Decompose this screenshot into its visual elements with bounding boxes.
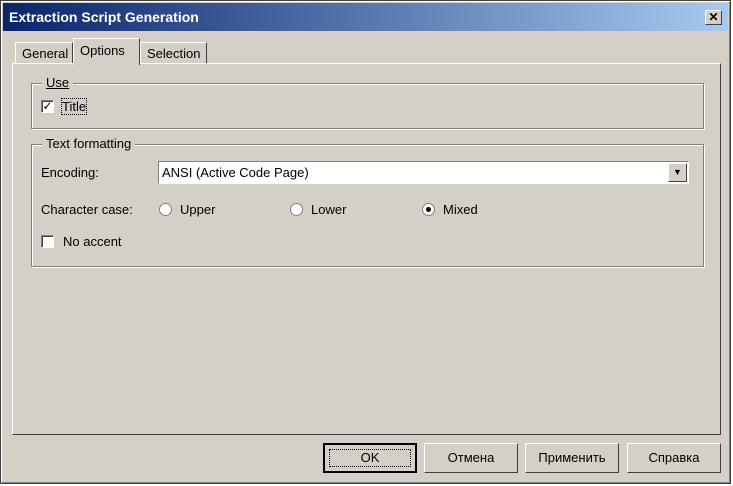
encoding-value: ANSI (Active Code Page) xyxy=(162,165,309,180)
dialog-window: Extraction Script Generation ✕ General O… xyxy=(0,0,731,484)
text-formatting-legend: Text formatting xyxy=(42,136,136,151)
close-icon: ✕ xyxy=(708,10,719,24)
tab-options[interactable]: Options xyxy=(73,38,140,65)
help-button[interactable]: Справка xyxy=(627,443,721,473)
no-accent-label[interactable]: No accent xyxy=(63,234,122,249)
title-checkbox[interactable]: ✓ xyxy=(41,100,54,113)
use-group-legend: Use xyxy=(42,75,74,90)
radio-lower-label[interactable]: Lower xyxy=(311,202,346,217)
title-bar[interactable]: Extraction Script Generation ✕ xyxy=(3,3,728,31)
tab-general[interactable]: General xyxy=(15,42,73,64)
window-title: Extraction Script Generation xyxy=(9,9,199,25)
encoding-label: Encoding: xyxy=(41,165,99,180)
apply-button[interactable]: Применить xyxy=(525,443,619,473)
radio-mixed-label[interactable]: Mixed xyxy=(443,202,478,217)
radio-lower[interactable] xyxy=(290,203,303,216)
chevron-down-icon: ▼ xyxy=(673,167,682,177)
radio-mixed[interactable] xyxy=(422,203,435,216)
encoding-select[interactable]: ANSI (Active Code Page) ▼ xyxy=(158,161,689,184)
ok-button-label: OK xyxy=(325,445,415,471)
radio-selected-dot xyxy=(426,207,431,212)
dropdown-button[interactable]: ▼ xyxy=(668,163,687,182)
use-group: Use xyxy=(31,75,704,129)
cancel-button[interactable]: Отмена xyxy=(424,443,518,473)
no-accent-checkbox[interactable] xyxy=(41,235,54,248)
title-checkbox-label[interactable]: Title xyxy=(60,98,88,115)
radio-upper[interactable] xyxy=(159,203,172,216)
close-button[interactable]: ✕ xyxy=(705,10,722,25)
ok-button[interactable]: OK xyxy=(323,443,417,473)
checkmark-icon: ✓ xyxy=(42,99,53,113)
character-case-label: Character case: xyxy=(41,202,133,217)
tab-selection[interactable]: Selection xyxy=(140,42,207,64)
radio-upper-label[interactable]: Upper xyxy=(180,202,215,217)
